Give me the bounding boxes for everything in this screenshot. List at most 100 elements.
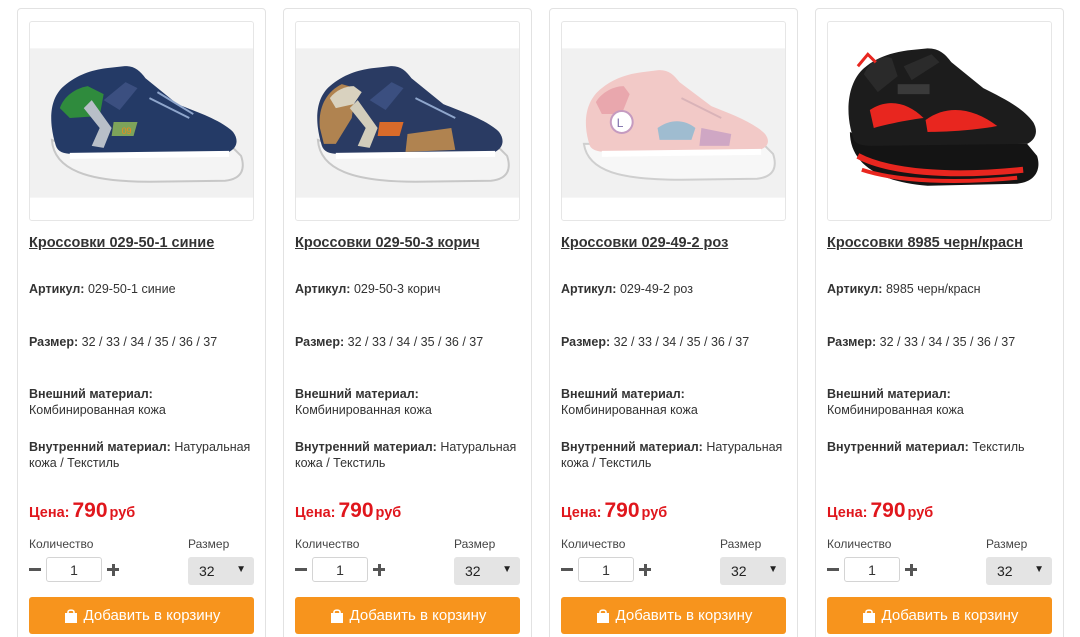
svg-text:L: L [617,116,624,130]
size-select-value: 32 [465,563,481,579]
product-title-link[interactable]: Кроссовки 8985 черн/красн [827,235,1059,251]
article-line: Артикул: 029-50-3 корич [295,281,527,297]
increase-quantity-button[interactable] [107,561,120,579]
quantity-input[interactable] [578,557,634,582]
size-select-label: Размер [986,537,1028,551]
size-select-label: Размер [720,537,762,551]
quantity-label: Количество [827,537,892,551]
add-to-cart-label: Добавить в корзину [615,607,753,624]
product-title-link[interactable]: Кроссовки 029-49-2 роз [561,235,793,251]
outer-material-line: Внешний материал: Комбинированная кожа [29,386,261,418]
outer-material-value: Комбинированная кожа [29,403,166,417]
product-card: L Кроссовки 029-49-2 роз Артикул: 029-49… [549,8,798,637]
price: Цена: 790 руб [29,499,135,523]
size-select[interactable]: 32 ▼ [720,557,786,585]
shopping-bag-icon [64,608,77,623]
article-line: Артикул: 029-49-2 роз [561,281,793,297]
inner-material-line: Внутренний материал: Текстиль [827,439,1059,455]
size-select-label: Размер [188,537,230,551]
navy-green-sneaker-image: 09 [30,48,253,198]
inner-material-label: Внутренний материал: [827,440,969,454]
price-currency: руб [109,505,136,521]
product-image[interactable] [295,21,520,221]
inner-material-line: Внутренний материал: Натуральная кожа / … [295,439,527,471]
price-label: Цена: [29,505,70,521]
size-label: Размер: [561,335,611,349]
size-label: Размер: [29,335,79,349]
add-to-cart-label: Добавить в корзину [349,607,487,624]
product-card: Кроссовки 8985 черн/красн Артикул: 8985 … [815,8,1064,637]
dropdown-arrow-icon: ▼ [236,564,246,575]
outer-material-label: Внешний материал: [295,387,419,401]
product-title-link[interactable]: Кроссовки 029-50-1 синие [29,235,261,251]
black-red-sneaker-image [828,22,1051,220]
outer-material-value: Комбинированная кожа [561,403,698,417]
size-label: Размер: [827,335,877,349]
outer-material-line: Внешний материал: Комбинированная кожа [561,386,793,418]
product-grid: 09 Кроссовки 029-50-1 синие Артикул: 029… [17,8,1065,637]
article-label: Артикул: [827,282,883,296]
article-value: 029-50-3 корич [353,282,441,296]
product-title-link[interactable]: Кроссовки 029-50-3 корич [295,235,527,251]
outer-material-line: Внешний материал: Комбинированная кожа [295,386,527,418]
outer-material-value: Комбинированная кожа [295,403,432,417]
size-line: Размер: 32 / 33 / 34 / 35 / 36 / 37 [29,334,261,350]
size-select-label: Размер [454,537,496,551]
outer-material-label: Внешний материал: [561,387,685,401]
quantity-input[interactable] [312,557,368,582]
article-value: 029-50-1 синие [87,282,176,296]
inner-material-value: Текстиль [972,440,1025,454]
shopping-bag-icon [862,608,875,623]
quantity-input[interactable] [844,557,900,582]
product-image[interactable] [827,21,1052,221]
increase-quantity-button[interactable] [373,561,386,579]
price-currency: руб [375,505,402,521]
product-image[interactable]: L [561,21,786,221]
add-to-cart-button[interactable]: Добавить в корзину [561,597,786,634]
size-value: 32 / 33 / 34 / 35 / 36 / 37 [879,335,1016,349]
increase-quantity-button[interactable] [905,561,918,579]
outer-material-label: Внешний материал: [29,387,153,401]
decrease-quantity-button[interactable] [827,561,840,579]
inner-material-label: Внутренний материал: [561,440,703,454]
size-value: 32 / 33 / 34 / 35 / 36 / 37 [81,335,218,349]
inner-material-line: Внутренний материал: Натуральная кожа / … [561,439,793,471]
product-card: Кроссовки 029-50-3 корич Артикул: 029-50… [283,8,532,637]
product-image[interactable]: 09 [29,21,254,221]
svg-text:09: 09 [122,126,132,136]
add-to-cart-button[interactable]: Добавить в корзину [295,597,520,634]
add-to-cart-button[interactable]: Добавить в корзину [827,597,1052,634]
shopping-bag-icon [596,608,609,623]
size-line: Размер: 32 / 33 / 34 / 35 / 36 / 37 [827,334,1059,350]
quantity-input[interactable] [46,557,102,582]
add-to-cart-button[interactable]: Добавить в корзину [29,597,254,634]
dropdown-arrow-icon: ▼ [768,564,778,575]
article-label: Артикул: [295,282,351,296]
add-to-cart-label: Добавить в корзину [83,607,221,624]
price-currency: руб [641,505,668,521]
price: Цена: 790 руб [295,499,401,523]
decrease-quantity-button[interactable] [29,561,42,579]
article-label: Артикул: [561,282,617,296]
article-label: Артикул: [29,282,85,296]
size-select-value: 32 [997,563,1013,579]
price-label: Цена: [827,505,868,521]
dropdown-arrow-icon: ▼ [1034,564,1044,575]
outer-material-label: Внешний материал: [827,387,951,401]
decrease-quantity-button[interactable] [295,561,308,579]
size-value: 32 / 33 / 34 / 35 / 36 / 37 [347,335,484,349]
quantity-label: Количество [295,537,360,551]
decrease-quantity-button[interactable] [561,561,574,579]
price: Цена: 790 руб [827,499,933,523]
dropdown-arrow-icon: ▼ [502,564,512,575]
article-value: 029-49-2 роз [619,282,693,296]
size-label: Размер: [295,335,345,349]
size-select[interactable]: 32 ▼ [454,557,520,585]
pink-sneaker-image: L [562,48,785,198]
size-select[interactable]: 32 ▼ [188,557,254,585]
size-select[interactable]: 32 ▼ [986,557,1052,585]
price-value: 790 [72,499,108,522]
price: Цена: 790 руб [561,499,667,523]
shopping-bag-icon [330,608,343,623]
increase-quantity-button[interactable] [639,561,652,579]
